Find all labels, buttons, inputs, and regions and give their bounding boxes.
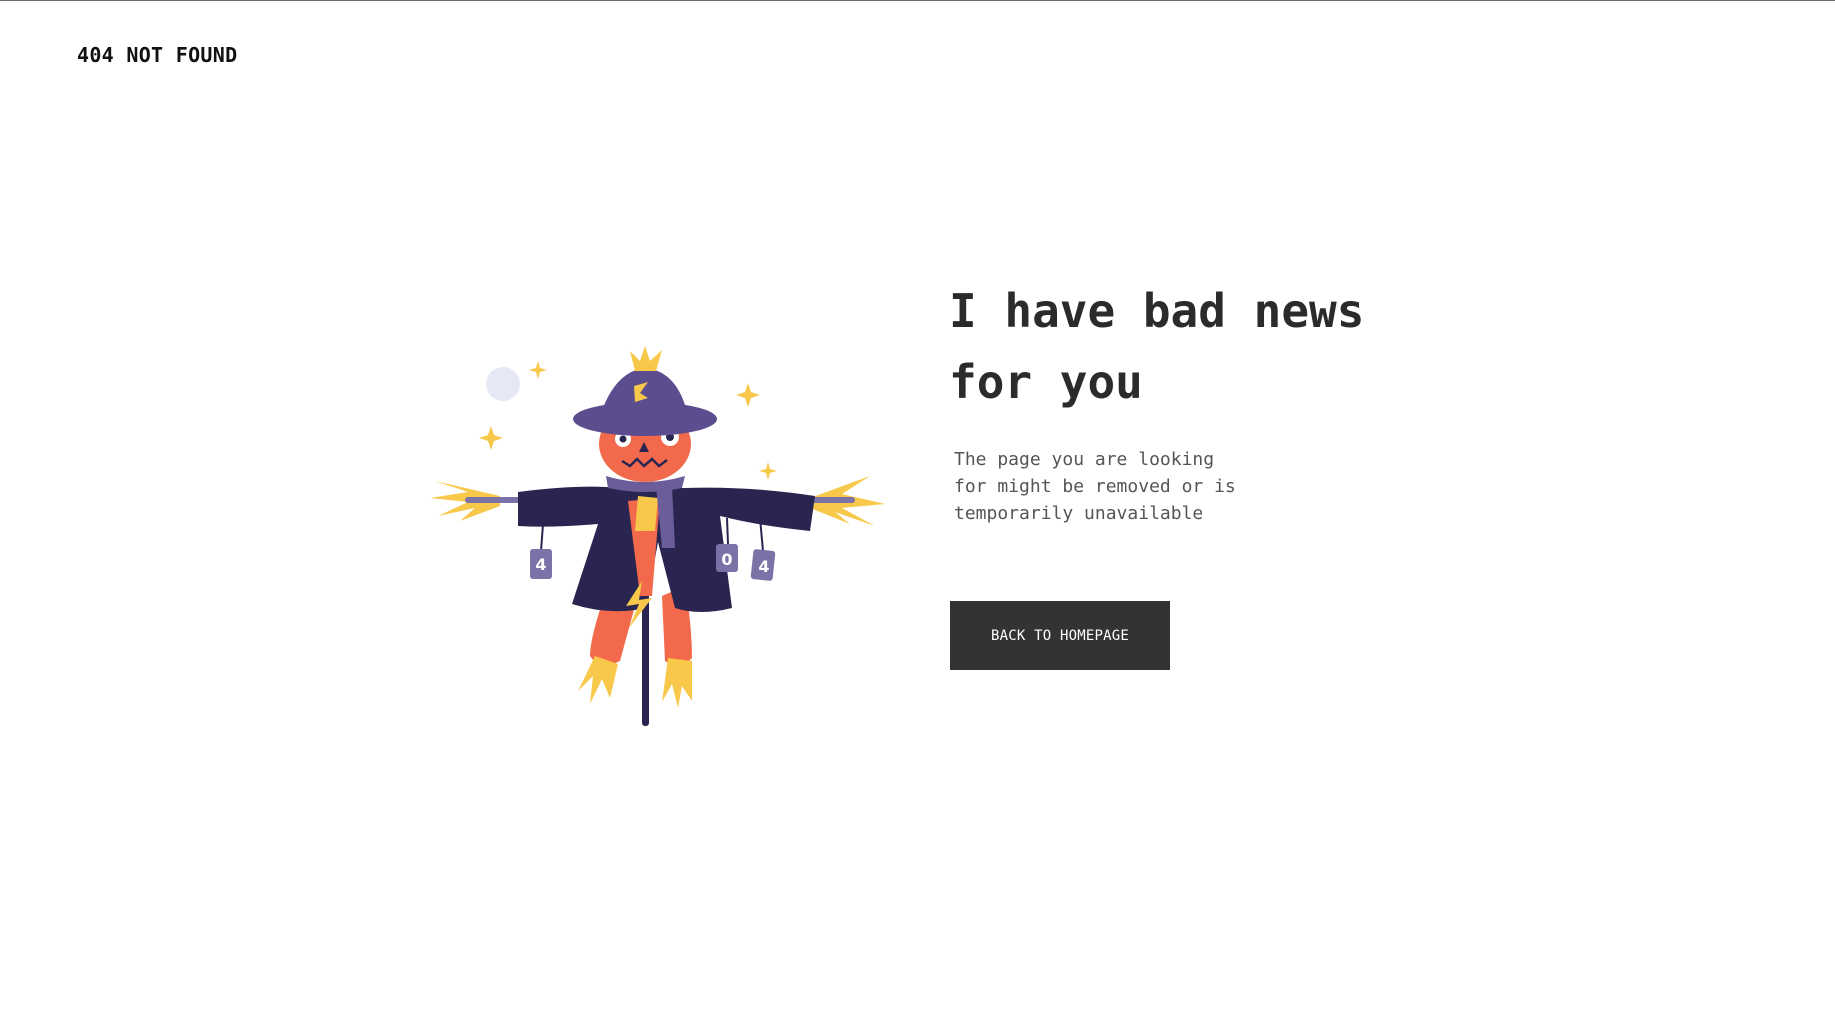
can-label: 4 — [758, 557, 769, 576]
back-to-homepage-button[interactable]: BACK TO HOMEPAGE — [950, 601, 1170, 670]
can-label: 0 — [721, 550, 732, 569]
sparkle-icon — [479, 426, 503, 450]
headline: I have bad news for you — [949, 284, 1365, 409]
description: The page you are looking for might be re… — [954, 449, 1236, 524]
sparkle-icon — [736, 383, 760, 407]
can-label: 4 — [535, 555, 546, 574]
page: 404 NOT FOUND 4 0 4 I have bad news for … — [0, 0, 1835, 1009]
moon-icon — [486, 367, 520, 401]
sparkle-icon — [759, 462, 777, 480]
message-panel: I have bad news for you The page you are… — [949, 276, 1469, 527]
page-title: 404 NOT FOUND — [77, 43, 238, 67]
scarecrow-illustration: 4 0 4 — [430, 346, 890, 736]
sparkle-icon — [529, 361, 547, 379]
